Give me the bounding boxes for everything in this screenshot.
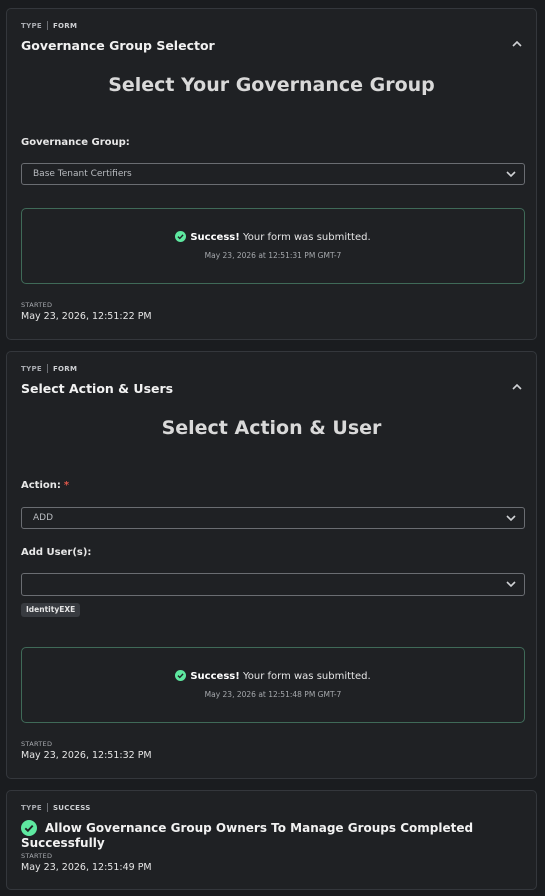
success-message: Success! Your form was submitted.: [22, 231, 524, 243]
chevron-down-icon: [506, 581, 516, 588]
check-circle-icon: [21, 820, 37, 836]
action-value: ADD: [33, 513, 54, 523]
add-users-select[interactable]: [21, 573, 525, 596]
governance-group-value: Base Tenant Certifiers: [33, 169, 132, 179]
selected-user-chip[interactable]: IdentityEXE: [21, 603, 81, 617]
chevron-down-icon: [506, 515, 516, 522]
add-users-label: Add User(s):: [21, 547, 92, 558]
success-message-box: Success! Your form was submitted. May 23…: [21, 647, 525, 723]
chevron-up-icon[interactable]: [512, 382, 522, 392]
step-card-action-users: TYPE FORM Select Action & Users Select Ac…: [6, 351, 537, 779]
step-type-value: SUCCESS: [52, 804, 91, 812]
success-message: Success! Your form was submitted.: [22, 670, 524, 682]
step-type: TYPE FORM: [21, 364, 78, 373]
step-title: Governance Group Selector: [21, 38, 215, 53]
governance-group-label: Governance Group:: [21, 137, 130, 148]
success-timestamp: May 23, 2026 at 12:51:48 PM GMT-7: [204, 690, 342, 699]
completion-message: Allow Governance Group Owners To Manage …: [21, 820, 474, 850]
step-type: TYPE FORM: [21, 21, 78, 30]
required-marker: *: [63, 480, 70, 491]
step-type-value: FORM: [52, 22, 78, 30]
step-card-success: TYPE SUCCESS Allow Governance Group Owner…: [6, 790, 537, 890]
step-title: Select Action & Users: [21, 381, 174, 396]
success-message-box: Success! Your form was submitted. May 23…: [21, 208, 525, 284]
check-circle-icon: [175, 231, 187, 242]
form-heading: Select Your Governance Group: [108, 74, 435, 96]
governance-group-select[interactable]: Base Tenant Certifiers: [21, 163, 525, 185]
started-value: May 23, 2026, 12:51:49 PM: [21, 862, 152, 873]
step-type-value: FORM: [52, 365, 78, 373]
chevron-down-icon: [506, 171, 516, 178]
action-select[interactable]: ADD: [21, 507, 525, 529]
step-type: TYPE SUCCESS: [21, 803, 91, 812]
action-label: Action: *: [21, 480, 70, 491]
form-heading: Select Action & User: [161, 417, 382, 439]
step-card-governance-group: TYPE FORM Governance Group Selector Selec…: [6, 8, 537, 340]
check-circle-icon: [175, 670, 187, 681]
chevron-up-icon[interactable]: [512, 39, 522, 49]
started-label: STARTED: [21, 852, 53, 860]
started-value: May 23, 2026, 12:51:22 PM: [21, 311, 152, 322]
started-value: May 23, 2026, 12:51:32 PM: [21, 750, 152, 761]
started-label: STARTED: [21, 301, 53, 309]
started-label: STARTED: [21, 740, 53, 748]
success-timestamp: May 23, 2026 at 12:51:31 PM GMT-7: [204, 251, 342, 260]
